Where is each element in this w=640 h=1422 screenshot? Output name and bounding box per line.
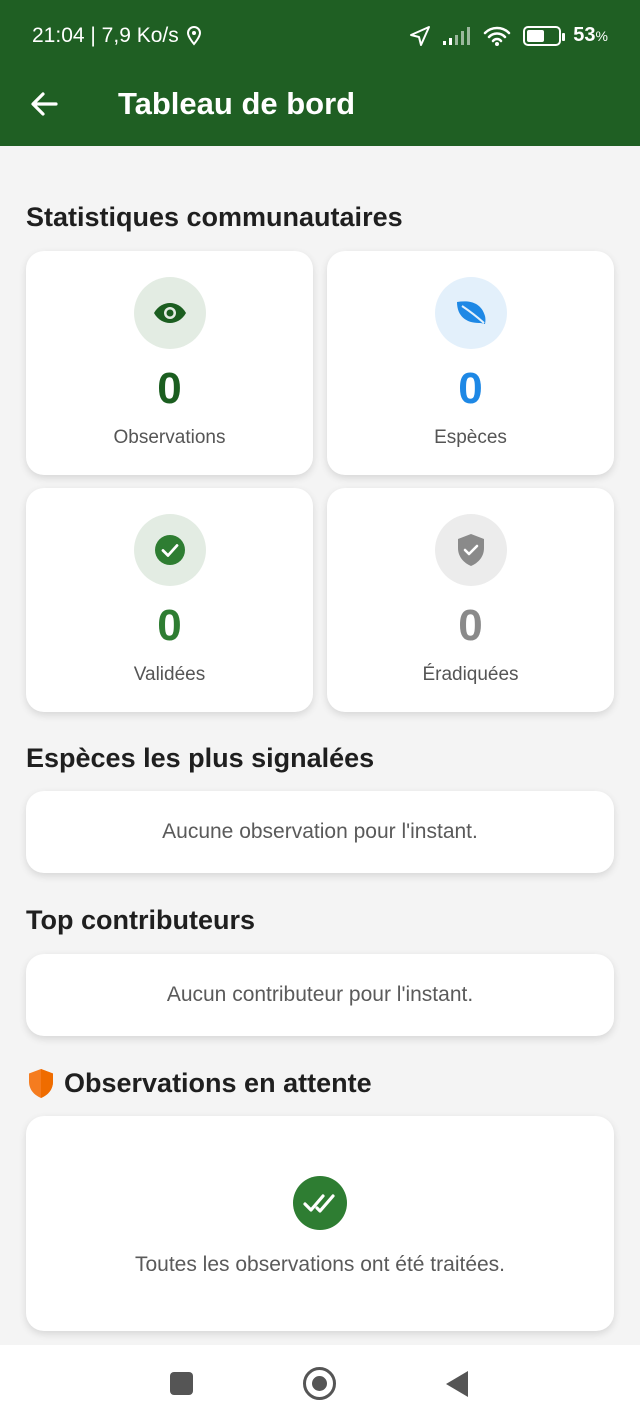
top-species-empty-message: Aucune observation pour l'instant. [162,820,478,843]
back-button[interactable] [28,84,68,124]
battery-unit: % [595,28,608,44]
top-contributors-empty-card: Aucun contributeur pour l'instant. [26,954,614,1036]
check-circle-icon [134,514,206,586]
eye-icon [134,277,206,349]
stat-label: Validées [133,664,206,685]
top-bar: 21:04 | 7,9 Ko/s 53% Tableau de bord [0,0,640,146]
stat-card-validated[interactable]: 0 Validées [26,488,313,712]
pending-section-title: Observations en attente [64,1067,372,1098]
shield-icon [29,1069,53,1098]
status-time-speed: 21:04 | 7,9 Ko/s [32,24,179,47]
stat-card-observations[interactable]: 0 Observations [26,251,313,475]
top-contributors-empty-message: Aucun contributeur pour l'instant. [166,983,474,1006]
status-bar: 21:04 | 7,9 Ko/s 53% [0,0,640,72]
system-nav-bar [0,1345,640,1422]
stat-value: 0 [458,601,483,650]
stat-label: Espèces [434,427,507,448]
battery-percent: 53 [573,24,596,46]
leaf-icon [435,277,507,349]
app-bar: Tableau de bord [0,72,640,146]
stat-value: 0 [458,364,483,413]
shield-check-icon [435,514,507,586]
pending-message: Toutes les observations ont été traitées… [134,1253,506,1276]
system-back-button[interactable] [446,1371,468,1397]
stat-label: Observations [113,427,226,448]
top-contributors-title: Top contributeurs [26,905,255,935]
signal-icon [443,26,471,45]
location-pin-icon [186,25,201,46]
page-title: Tableau de bord [118,86,356,121]
pending-card: Toutes les observations ont été traitées… [26,1116,614,1331]
top-species-title: Espèces les plus signalées [26,743,375,773]
stat-value: 0 [157,601,182,650]
stat-card-species[interactable]: 0 Espèces [327,251,614,475]
home-button[interactable] [303,1367,336,1400]
stat-value: 0 [157,364,182,413]
navigation-arrow-icon [410,25,431,46]
stat-card-eradicated[interactable]: 0 Éradiquées [327,488,614,712]
double-check-icon [293,1176,347,1230]
battery-icon [523,25,566,46]
recents-button[interactable] [170,1372,193,1395]
stats-section-title: Statistiques communautaires [26,202,403,232]
arrow-left-icon [31,92,58,116]
stat-label: Éradiquées [422,664,519,685]
top-species-empty-card: Aucune observation pour l'instant. [26,791,614,873]
wifi-icon [484,26,511,46]
pending-section-header: Observations en attente [26,1067,372,1099]
